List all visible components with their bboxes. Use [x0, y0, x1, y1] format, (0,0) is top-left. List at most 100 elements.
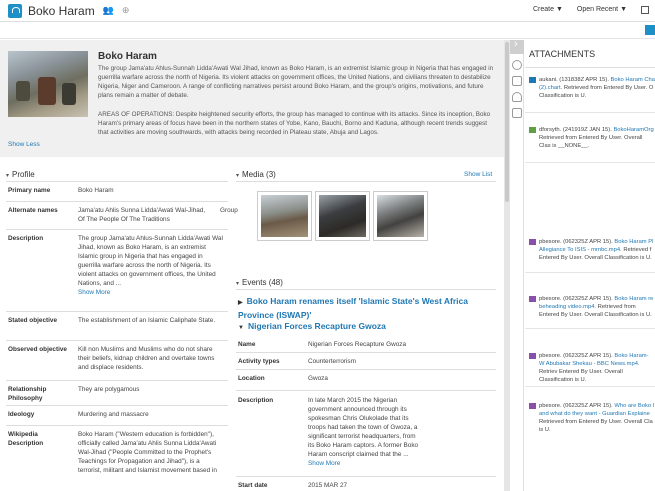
divider — [6, 229, 228, 230]
row-value: Kill non Muslims and Muslims who do not … — [78, 346, 215, 371]
media-thumbnail[interactable] — [315, 191, 370, 241]
divider — [525, 67, 655, 68]
media-thumbnail[interactable] — [373, 191, 428, 241]
row-label: Observed objective — [8, 346, 67, 353]
media-section-header[interactable]: ▾ Media (3) — [236, 170, 276, 179]
image-file-icon — [529, 127, 536, 133]
document-icon[interactable] — [512, 76, 522, 86]
attachments-heading: ATTACHMENTS — [529, 49, 596, 59]
divider — [525, 386, 655, 387]
row-value: 2015 MAR 27 — [308, 482, 348, 489]
page-title: Boko Haram — [28, 3, 95, 18]
attachment-meta: pbesore. (062325Z APR 15). — [539, 296, 615, 302]
attachment-item: aukani. (131838Z APR 15). Boko Haram Cha… — [529, 76, 655, 100]
events-heading: Events (48) — [242, 278, 283, 287]
summary-header: Boko Haram The group Jama'atu Ahlus-Sunn… — [0, 40, 504, 157]
row-value: Boko Haram — [78, 187, 114, 194]
show-more-link[interactable]: Show More — [308, 460, 340, 467]
divider — [6, 380, 228, 381]
attachment-item: pbesore. (062325Z APR 15). Boko Haram Pl… — [529, 238, 655, 262]
caret-right-icon: ▶ — [238, 300, 243, 306]
side-icon-column — [510, 38, 524, 491]
paperclip-icon[interactable] — [512, 92, 522, 102]
attachment-meta: pbesore. (062325Z APR 15). — [539, 239, 615, 245]
row-label: Activity types — [238, 358, 280, 365]
attachment-meta: dforsyth. (241919Z JAN 15). — [539, 127, 614, 133]
divider — [236, 476, 496, 477]
attachment-item: pbesore. (062325Z APR 15). Who are Boko … — [529, 402, 655, 434]
comment-icon[interactable] — [512, 108, 522, 118]
row-label: Primary name — [8, 187, 51, 194]
caret-down-icon: ▾ — [6, 173, 10, 179]
scrollbar-thumb[interactable] — [505, 42, 509, 202]
row-label: Alternate names — [8, 207, 58, 214]
row-value: Counterterrorism — [308, 358, 356, 365]
event-item-title[interactable]: ▼ Nigerian Forces Recapture Gwoza — [238, 320, 386, 334]
attachment-item: dforsyth. (241919Z JAN 15). BokoHaramOrg… — [529, 126, 655, 150]
description-text: The group Jama'atu Ahlus-Sunnah Lidda'Aw… — [78, 235, 223, 287]
row-label: Description — [8, 235, 44, 242]
video-file-icon — [529, 239, 536, 245]
location-link[interactable]: Gwoza — [308, 374, 423, 383]
create-menu-button[interactable]: Create ▼ — [533, 6, 563, 14]
video-file-icon — [529, 353, 536, 359]
row-type: Group — [220, 207, 238, 214]
secondary-toolbar — [0, 22, 655, 39]
attachment-link[interactable]: BokoHaramOrg — [613, 127, 653, 133]
row-label: Name — [238, 341, 256, 348]
row-label: Ideology — [8, 411, 35, 418]
info-icon[interactable] — [512, 60, 522, 70]
attachment-source: Retrieved from Entered By User. Overall … — [539, 135, 643, 149]
show-list-link[interactable]: Show List — [464, 171, 492, 178]
event-link[interactable]: Boko Haram renames itself 'Islamic State… — [238, 296, 468, 320]
divider — [525, 162, 655, 163]
divider — [6, 405, 228, 406]
collapse-panel-button[interactable] — [510, 38, 524, 54]
toolbar-action-button[interactable] — [645, 25, 655, 35]
entity-photo — [8, 51, 88, 117]
share-icon[interactable]: 👥 — [103, 5, 114, 16]
row-value: In late March 2015 the Nigerian governme… — [308, 396, 423, 468]
event-item-title[interactable]: ▶ Boko Haram renames itself 'Islamic Stat… — [238, 295, 498, 321]
show-more-link[interactable]: Show More — [78, 289, 110, 296]
row-label: Start date — [238, 482, 268, 489]
caret-down-icon: ▾ — [236, 281, 240, 287]
divider — [525, 112, 655, 113]
divider — [6, 340, 228, 341]
edit-icon[interactable] — [641, 6, 649, 14]
divider — [6, 425, 228, 426]
event-description-text: In late March 2015 the Nigerian governme… — [308, 397, 419, 458]
top-bar: Boko Haram 👥 ⊕ Create ▼ Open Recent ▼ — [0, 0, 655, 22]
media-thumbnail[interactable] — [257, 191, 312, 241]
areas-of-operations-paragraph: AREAS OF OPERATIONS: Despite heightened … — [98, 111, 491, 136]
row-value: They are polygamous — [78, 386, 140, 393]
row-label: Stated objective — [8, 317, 58, 324]
divider — [525, 272, 655, 273]
entity-icon — [8, 3, 22, 18]
divider — [6, 311, 228, 312]
globe-icon[interactable]: ⊕ — [122, 5, 130, 16]
row-value: The group Jama'atu Ahlus-Sunnah Lidda'Aw… — [78, 234, 223, 297]
show-less-link[interactable]: Show Less — [8, 141, 40, 148]
video-file-icon — [529, 296, 536, 302]
attachment-item: pbesore. (062325Z APR 15). Boko Haram re… — [529, 295, 655, 319]
open-recent-menu-button[interactable]: Open Recent ▼ — [577, 6, 627, 14]
events-section-header[interactable]: ▾ Events (48) — [236, 278, 283, 287]
divider — [236, 369, 496, 370]
event-link[interactable]: Nigerian Forces Recapture Gwoza — [248, 321, 386, 331]
row-label: Description — [238, 397, 274, 404]
divider — [236, 352, 496, 353]
attachment-meta: pbesore. (062325Z APR 15). — [539, 403, 615, 409]
divider — [236, 390, 496, 391]
profile-section-header[interactable]: ▾ Profile — [6, 170, 35, 179]
divider — [6, 181, 228, 182]
divider — [236, 289, 496, 290]
divider — [6, 201, 228, 202]
attachment-meta: aukani. (131838Z APR 15). — [539, 77, 611, 83]
row-value: The establishment of an Islamic Caliphat… — [78, 317, 216, 324]
attachment-source: Retriev Entered By User. Overall Classif… — [539, 369, 623, 383]
attachment-item: pbesore. (062325Z APR 15). Boko Haram- W… — [529, 352, 655, 384]
media-heading: Media (3) — [242, 170, 276, 179]
chart-file-icon — [529, 77, 536, 83]
row-label: Relationship Philosophy — [8, 386, 47, 402]
